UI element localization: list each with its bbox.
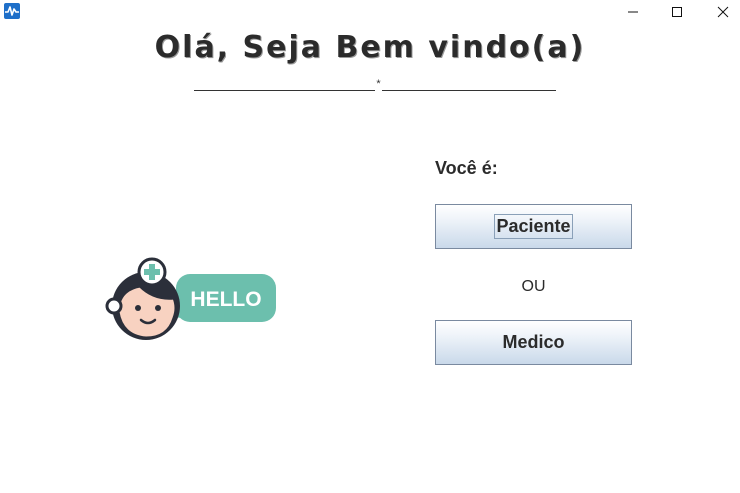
- doctor-button[interactable]: Medico: [435, 320, 632, 365]
- minimize-icon: [628, 11, 638, 13]
- hello-badge-text: HELLO: [190, 288, 261, 311]
- welcome-title: Olá, Seja Bem vindo(a): [154, 30, 586, 65]
- minimize-button[interactable]: [610, 0, 656, 24]
- patient-button[interactable]: Paciente: [435, 204, 632, 249]
- divider-line-right: [382, 90, 556, 91]
- title-bar[interactable]: [0, 0, 740, 24]
- main-window: Olá, Seja Bem vindo(a) * HELLO Você é: P…: [0, 0, 740, 493]
- title-divider: *: [194, 78, 556, 92]
- divider-star: *: [376, 78, 381, 90]
- close-icon: [717, 6, 729, 18]
- maximize-icon: [672, 7, 682, 17]
- activity-pulse-icon: [4, 3, 20, 19]
- role-prompt: Você é:: [435, 158, 498, 178]
- doctor-button-label: Medico: [502, 332, 565, 352]
- divider-line-left: [194, 90, 375, 91]
- patient-button-label: Paciente: [494, 214, 573, 239]
- close-button[interactable]: [700, 0, 740, 24]
- maximize-button[interactable]: [654, 0, 700, 24]
- doctor-hello-illustration: HELLO: [104, 256, 280, 346]
- or-label: OU: [521, 278, 546, 295]
